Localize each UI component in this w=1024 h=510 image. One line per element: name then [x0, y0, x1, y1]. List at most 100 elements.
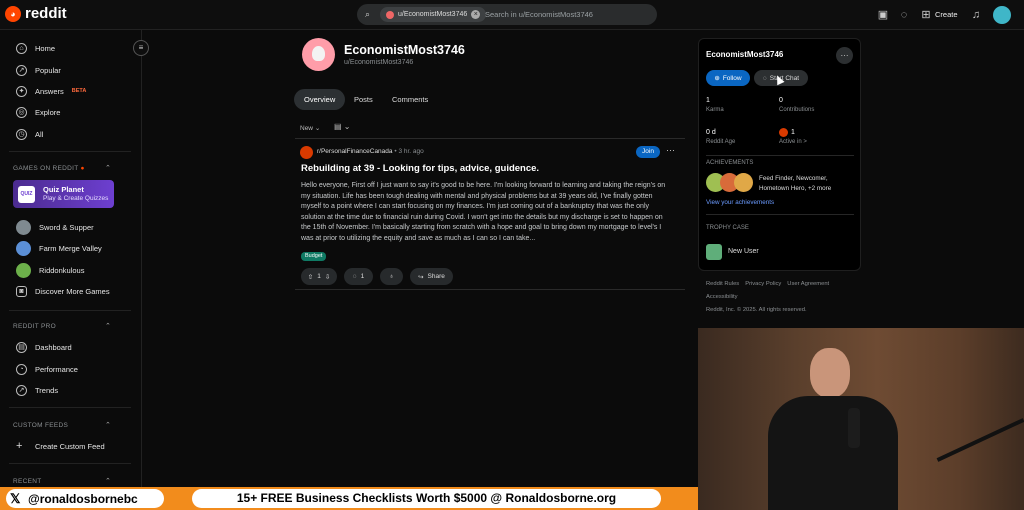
sidebar-item-performance[interactable]: ◔ Performance — [16, 361, 78, 377]
sidebar-divider — [9, 407, 131, 408]
reddit-age-label: Reddit Age — [706, 139, 736, 145]
post-title[interactable]: Rebuilding at 39 - Looking for tips, adv… — [301, 163, 539, 174]
sidebar-game-farm-merge[interactable]: Farm Merge Valley — [16, 240, 102, 256]
divider — [295, 138, 685, 139]
reddit-logo[interactable]: reddit — [25, 5, 67, 22]
left-sidebar — [0, 30, 142, 490]
webcam-overlay — [698, 328, 1024, 510]
active-in-label[interactable]: Active in > — [779, 139, 807, 145]
post-body[interactable]: Hello everyone, First off I just want to… — [301, 181, 671, 245]
sidebar-game-sword-supper[interactable]: Sword & Supper — [16, 219, 94, 235]
accessibility-link[interactable]: Accessibility — [706, 294, 738, 300]
karma-value: 1 — [706, 97, 710, 104]
subreddit-icon[interactable] — [300, 146, 313, 159]
sidebar-discover-games[interactable]: ◙ Discover More Games — [16, 283, 110, 299]
search-scope-chip[interactable]: u/EconomistMost3746 × — [380, 7, 487, 22]
user-avatar[interactable] — [993, 6, 1011, 24]
create-plus-icon[interactable]: ⊞ — [919, 8, 933, 22]
x-logo-icon: 𝕏 — [10, 490, 21, 506]
more-options-icon[interactable]: ··· — [666, 145, 675, 155]
quiz-planet-logo: QUIZ — [18, 186, 35, 203]
plus-icon: + — [16, 440, 23, 452]
downvote-icon[interactable]: ⇩ — [325, 273, 330, 281]
sidebar-item-explore[interactable]: ◎ Explore — [16, 104, 60, 120]
user-avatar-icon — [386, 10, 394, 19]
clear-scope-icon[interactable]: × — [471, 10, 481, 19]
quiz-subtitle: Play & Create Quizzes — [43, 195, 109, 202]
trophy-case-header: TROPHY CASE — [706, 225, 749, 231]
karma-label: Karma — [706, 107, 724, 113]
chevron-up-icon[interactable]: ⌃ — [105, 322, 111, 330]
reddit-logo-icon[interactable]: ◕ — [5, 6, 21, 22]
collapse-sidebar-icon[interactable]: ≡ — [133, 40, 149, 56]
profile-username: u/EconomistMost3746 — [344, 59, 414, 66]
tab-comments[interactable]: Comments — [382, 89, 438, 110]
games-section-header[interactable]: GAMES ON REDDIT ● — [13, 165, 85, 172]
advertise-icon[interactable]: ▣ — [876, 8, 890, 22]
trends-icon: ↗ — [16, 384, 27, 396]
sidebar-item-popular[interactable]: ↗ Popular — [16, 62, 61, 78]
chat-bubble-icon: ◌ — [762, 74, 767, 82]
active-in-value: 1 — [791, 129, 795, 136]
post-meta: r/PersonalFinanceCanada • 3 hr. ago — [317, 148, 424, 155]
sort-dropdown[interactable]: New ⌄ — [300, 124, 320, 132]
sidebar-item-dashboard[interactable]: ▤ Dashboard — [16, 339, 72, 355]
vote-control[interactable]: ⇧ 1 ⇩ — [301, 268, 337, 285]
social-handle: 𝕏 @ronaldosbornebc — [6, 489, 164, 508]
view-achievements-link[interactable]: View your achievements — [706, 199, 774, 206]
chevron-up-icon[interactable]: ⌃ — [105, 477, 111, 485]
explore-icon: ◎ — [16, 106, 27, 118]
upvote-icon[interactable]: ⇧ — [308, 273, 313, 281]
sidebar-divider — [9, 463, 131, 464]
tab-posts[interactable]: Posts — [344, 89, 383, 110]
home-icon: ⌂ — [16, 42, 27, 54]
comments-button[interactable]: ◌ 1 — [344, 268, 373, 285]
microphone-icon — [848, 408, 860, 448]
custom-feeds-header[interactable]: CUSTOM FEEDS — [13, 422, 68, 429]
subreddit-link[interactable]: r/PersonalFinanceCanada — [317, 148, 393, 155]
share-button[interactable]: ↪ Share — [410, 268, 453, 285]
join-button[interactable]: Join — [636, 146, 660, 158]
post-flair[interactable]: Budget — [301, 252, 327, 261]
user-agreement-link[interactable]: User Agreement — [787, 281, 829, 287]
create-button[interactable]: Create — [935, 10, 958, 19]
post-time: 3 hr. ago — [398, 148, 424, 155]
sidebar-item-all[interactable]: ◷ All — [16, 126, 43, 142]
reddit-age-value: 0 d — [706, 129, 716, 136]
privacy-policy-link[interactable]: Privacy Policy — [745, 281, 781, 287]
farm-icon — [16, 240, 31, 256]
comment-icon: ◌ — [352, 273, 357, 280]
sidebar-item-trends[interactable]: ↗ Trends — [16, 382, 58, 398]
sidebar-item-answers[interactable]: ✦ Answers BETA — [16, 83, 86, 99]
riddle-icon — [16, 262, 31, 278]
sidebar-item-home[interactable]: ⌂ Home — [16, 40, 55, 56]
reddit-rules-link[interactable]: Reddit Rules — [706, 281, 739, 287]
trophy-name: New User — [728, 248, 759, 255]
chevron-up-icon[interactable]: ⌃ — [105, 421, 111, 429]
achievement-badge-icon — [734, 173, 753, 192]
sidebar-divider — [9, 310, 131, 311]
card-username: EconomistMost3746 — [706, 50, 784, 59]
recent-header[interactable]: RECENT — [13, 478, 42, 485]
chevron-up-icon[interactable]: ⌃ — [105, 164, 111, 172]
mic-arm — [936, 418, 1024, 462]
chat-icon[interactable]: ◌ — [897, 8, 911, 22]
beta-badge: BETA — [71, 88, 87, 94]
notifications-bell-icon[interactable]: ♫ — [969, 8, 983, 22]
award-button[interactable]: ♁ — [380, 268, 403, 285]
follow-button[interactable]: ⊕ Follow — [706, 70, 750, 86]
view-toggle-icon[interactable]: ▤ ⌄ — [334, 122, 350, 131]
presenter-head — [810, 348, 850, 398]
divider — [295, 289, 685, 290]
create-custom-feed-button[interactable]: + Create Custom Feed — [16, 438, 105, 454]
search-input[interactable]: Search in u/EconomistMost3746 — [485, 10, 593, 19]
tab-overview[interactable]: Overview — [294, 89, 346, 110]
divider — [706, 214, 854, 215]
sidebar-game-riddonkulous[interactable]: Riddonkulous — [16, 262, 84, 278]
card-more-icon[interactable]: ··· — [836, 47, 853, 64]
quiz-planet-promo[interactable]: QUIZ Quiz Planet Play & Create Quizzes — [13, 180, 114, 208]
search-icon: ⌕ — [365, 9, 371, 19]
divider — [706, 155, 854, 156]
achievements-text: Feed Finder, Newcomer, Hometown Hero, +2… — [759, 175, 832, 192]
reddit-pro-header[interactable]: REDDIT PRO — [13, 323, 56, 330]
